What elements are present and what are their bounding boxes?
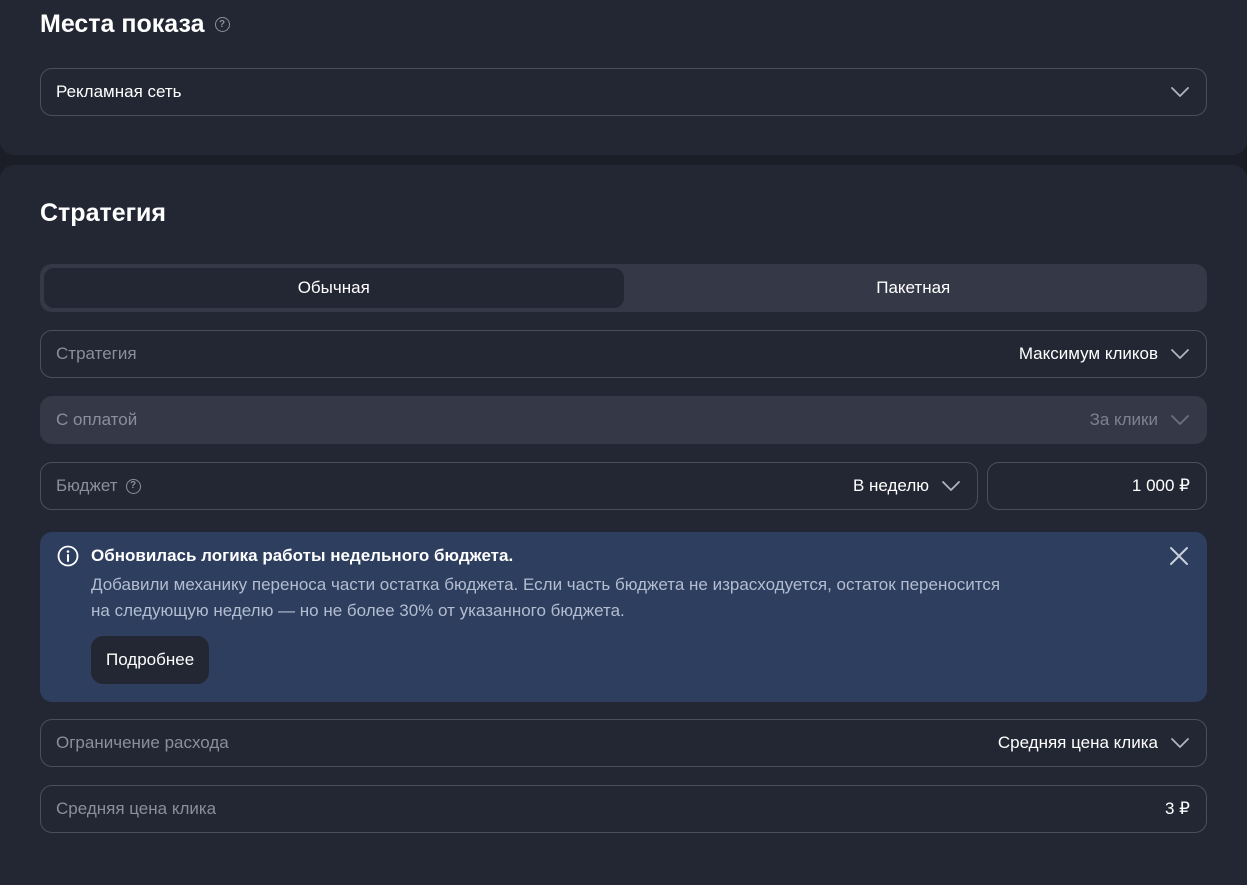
budget-period-value: В неделю bbox=[852, 476, 929, 495]
placements-title-row: Места показа ? bbox=[40, 10, 230, 39]
notice-body: Добавили механику переноса части остатка… bbox=[91, 572, 1071, 624]
strategy-type-switch: Обычная Пакетная bbox=[40, 264, 1207, 312]
strategy-select-value: Максимум кликов bbox=[1018, 344, 1158, 363]
more-info-button[interactable]: Подробнее bbox=[91, 636, 210, 684]
budget-notice: Обновилась логика работы недельного бюдж… bbox=[40, 532, 1207, 702]
notice-body-line: Добавили механику переноса части остатка… bbox=[91, 575, 1001, 594]
chevron-down-icon bbox=[1170, 348, 1190, 360]
budget-amount-value: 1 000 ₽ bbox=[1131, 476, 1190, 495]
placements-select-value: Рекламная сеть bbox=[56, 82, 182, 101]
help-circle-icon[interactable]: ? bbox=[214, 17, 230, 32]
strategy-select[interactable]: Стратегия Максимум кликов bbox=[40, 330, 1207, 378]
avg-cpc-label: Средняя цена клика bbox=[56, 799, 217, 818]
strategy-title-row: Стратегия bbox=[40, 199, 166, 228]
payment-select-label: С оплатой bbox=[56, 410, 138, 429]
payment-select-value: За клики bbox=[1089, 410, 1158, 429]
tab-regular[interactable]: Обычная bbox=[44, 268, 624, 308]
chevron-down-icon bbox=[941, 480, 961, 492]
chevron-down-icon bbox=[1170, 414, 1190, 426]
close-icon[interactable] bbox=[1169, 546, 1189, 566]
chevron-down-icon bbox=[1170, 86, 1190, 98]
info-circle-icon bbox=[57, 545, 79, 567]
budget-amount-input[interactable]: 1 000 ₽ bbox=[987, 462, 1207, 510]
notice-title: Обновилась логика работы недельного бюдж… bbox=[91, 546, 514, 565]
strategy-select-label: Стратегия bbox=[56, 344, 137, 363]
spend-limit-value: Средняя цена клика bbox=[997, 733, 1158, 752]
help-circle-icon[interactable]: ? bbox=[125, 478, 141, 494]
chevron-down-icon bbox=[1170, 737, 1190, 749]
spend-limit-label: Ограничение расхода bbox=[56, 733, 229, 752]
notice-body-line: на следующую неделю — но не более 30% от… bbox=[91, 601, 625, 620]
spend-limit-select[interactable]: Ограничение расхода Средняя цена клика bbox=[40, 719, 1207, 767]
placements-title: Места показа bbox=[40, 10, 205, 38]
budget-period-select[interactable]: Бюджет ? В неделю bbox=[40, 462, 978, 510]
placements-card: Места показа ? Рекламная сеть bbox=[0, 0, 1247, 155]
strategy-title: Стратегия bbox=[40, 199, 166, 227]
payment-select: С оплатой За клики bbox=[40, 396, 1207, 444]
avg-cpc-input[interactable]: Средняя цена клика 3 ₽ bbox=[40, 785, 1207, 833]
avg-cpc-value: 3 ₽ bbox=[1165, 799, 1190, 818]
budget-label: Бюджет bbox=[56, 476, 118, 495]
tab-package[interactable]: Пакетная bbox=[624, 268, 1204, 308]
placements-select[interactable]: Рекламная сеть bbox=[40, 68, 1207, 116]
